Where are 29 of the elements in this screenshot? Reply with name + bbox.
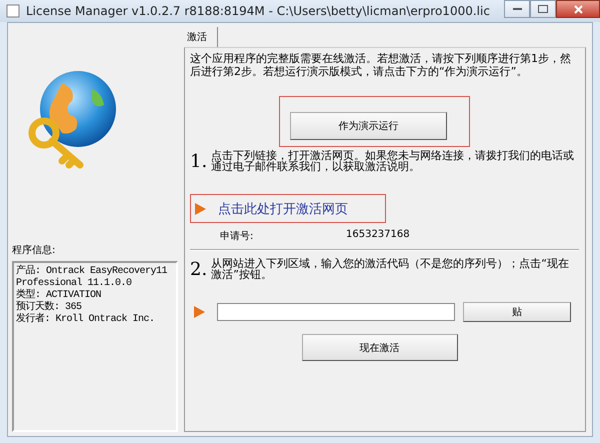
intro-text: 这个应用程序的完整版需要在线激活。若想激活，请按下列顺序进行第1步，然后进行第2步。若想运行演示版模式，请点击下方的“作为演示运行”。 [190, 52, 572, 78]
step-number: 1. [190, 150, 208, 172]
info-line: 预订天数: 365 [16, 302, 83, 313]
activation-link[interactable]: 点击此处打开激活网页 [218, 200, 348, 218]
step-text: 从网站进入下列区域，输入您的激活代码（不是您的序列号）；点击“现在激活”按钮。 [211, 258, 570, 280]
activate-button[interactable]: 现在激活 [302, 334, 458, 361]
demo-button[interactable]: 作为演示运行 [290, 112, 447, 140]
app-icon [6, 4, 20, 18]
window-title: License Manager v1.0.2.7 r8188:8194M - C:\Users\betty\licman\erpro1000.lic [26, 4, 491, 18]
tab[interactable]: 激活 [184, 27, 218, 48]
info-line: 类型: ACTIVATION [16, 290, 102, 301]
maximize-icon [538, 5, 548, 13]
minimize-icon [512, 7, 522, 11]
info-line: 发行者: Kroll Ontrack Inc. [16, 314, 156, 326]
program-info-label: 程序信息: [12, 244, 56, 257]
step-text: 点击下列链接，打开激活网页。如果您未与网络连接，请拨打我们的电话或通过电子邮件联系我们，以获取激活说明。 [211, 150, 576, 172]
close-icon [574, 4, 582, 14]
step-number: 2. [190, 258, 208, 280]
close-button[interactable] [556, 0, 600, 18]
play-arrow-icon [194, 306, 205, 318]
play-arrow-icon [195, 202, 206, 214]
activation-code-field[interactable] [217, 303, 455, 321]
minimize-button[interactable] [504, 0, 530, 18]
info-line: 产品: Ontrack EasyRecovery11 [16, 266, 168, 278]
maximize-button[interactable] [530, 0, 556, 18]
request-number-label: 申请号: [220, 230, 254, 243]
info-line: Professional 11.1.0.0 [16, 278, 133, 289]
paste-button[interactable]: 贴 [463, 302, 571, 322]
request-number-value: 1653237168 [346, 229, 410, 242]
